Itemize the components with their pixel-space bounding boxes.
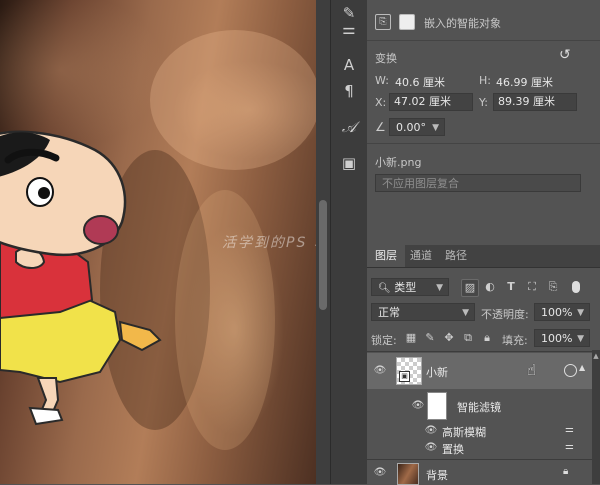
- lock-artboard-icon[interactable]: ⧉: [460, 330, 476, 346]
- filter-smart-object-icon[interactable]: ⎘: [545, 279, 561, 295]
- shinchan-shoe: [28, 406, 64, 426]
- filter-options-icon[interactable]: ⚌: [565, 424, 574, 435]
- smart-filter-badge-icon: [564, 364, 577, 377]
- w-value[interactable]: 40.6 厘米: [395, 74, 445, 90]
- file-name: 小新.png: [375, 156, 422, 169]
- x-field[interactable]: 47.02 厘米: [389, 93, 473, 111]
- opacity-label: 不透明度:: [481, 308, 529, 321]
- fill-value: 100%: [541, 332, 573, 345]
- layer-name[interactable]: 智能滤镜: [457, 399, 501, 415]
- filter-kind-value: 类型: [394, 281, 417, 294]
- layer-name[interactable]: 高斯模糊: [442, 424, 486, 440]
- x-label: X:: [375, 96, 387, 109]
- search-icon: 🔍︎: [378, 283, 391, 294]
- shinchan-cheek: [83, 215, 119, 245]
- reset-transform-icon[interactable]: ↺: [559, 47, 571, 63]
- glyph-tool-icon[interactable]: 𝒜: [338, 116, 360, 138]
- paragraph-tool-icon[interactable]: ¶: [338, 80, 360, 102]
- filter-pixel-icon[interactable]: ▨: [461, 279, 479, 297]
- angle-icon: ∠: [375, 120, 386, 134]
- opacity-field[interactable]: 100% ▼: [534, 303, 590, 321]
- layer-name[interactable]: 置换: [442, 441, 464, 457]
- lock-icon: 🔒︎: [563, 466, 569, 477]
- fill-label: 填充:: [502, 334, 528, 347]
- watermark: 活学到的PS 笔记: [222, 235, 316, 251]
- lock-label: 锁定:: [371, 334, 397, 347]
- layers-tab-bar: 图层 通道 路径: [367, 245, 600, 268]
- layer-row-displace[interactable]: 👁︎ 置换 ⚌: [367, 440, 592, 456]
- lock-all-icon[interactable]: 🔒︎: [479, 330, 495, 346]
- transform-divider: [367, 143, 600, 144]
- panel-tool-strip: ✎ ⚌ A ¶ 𝒜 ▣: [330, 0, 368, 484]
- layer-row-xiaoxin[interactable]: 👁︎ ▣ 小新 ☝︎ ▲: [367, 353, 592, 389]
- properties-panel: ⎘ 嵌入的智能对象 变换 ↺ W: 40.6 厘米 H: 46.99 厘米 X:…: [367, 0, 600, 245]
- angle-dropdown[interactable]: 0.00° ▼: [389, 118, 445, 136]
- lock-brush-icon[interactable]: ✎: [422, 330, 438, 346]
- layers-panel: 图层 通道 路径 🔍︎ 类型 ▼ ▨ ◐ T ⛶ ⎘ 正常 ▼ 不透明度: 10…: [367, 245, 600, 485]
- layers-scrollbar[interactable]: ▲: [592, 350, 600, 484]
- header-divider: [367, 40, 600, 41]
- h-label: H:: [479, 74, 491, 87]
- chevron-down-icon: ▼: [436, 283, 443, 293]
- layer-thumbnail: ▣: [396, 357, 422, 385]
- layer-name[interactable]: 背景: [426, 467, 448, 483]
- filter-toggle[interactable]: [572, 281, 580, 293]
- filter-kind-dropdown[interactable]: 🔍︎ 类型 ▼: [371, 278, 449, 296]
- chevron-up-icon[interactable]: ▲: [579, 363, 585, 372]
- canvas-vertical-scrollbar[interactable]: [316, 0, 330, 484]
- layer-row-background[interactable]: 👁︎ 背景 🔒︎: [367, 461, 592, 485]
- filter-options-icon[interactable]: ⚌: [565, 441, 574, 452]
- opacity-value: 100%: [541, 306, 573, 319]
- lock-transparent-icon[interactable]: ▦: [403, 330, 419, 346]
- h-value[interactable]: 46.99 厘米: [496, 74, 553, 90]
- filter-adjustment-icon[interactable]: ◐: [482, 279, 498, 295]
- y-field[interactable]: 89.39 厘米: [493, 93, 577, 111]
- tab-paths[interactable]: 路径: [437, 245, 475, 267]
- document-canvas[interactable]: 活学到的PS 笔记: [0, 0, 316, 484]
- adjust-tool-icon[interactable]: ⚌: [338, 18, 360, 40]
- lock-position-icon[interactable]: ✥: [441, 330, 457, 346]
- layer-comp-dropdown[interactable]: 不应用图层复合: [375, 174, 581, 192]
- y-label: Y:: [479, 96, 488, 109]
- properties-header: ⎘ 嵌入的智能对象: [367, 8, 600, 36]
- blend-mode-dropdown[interactable]: 正常 ▼: [371, 303, 475, 321]
- smart-object-badge-icon: ▣: [399, 371, 410, 382]
- visibility-eye-icon[interactable]: 👁︎: [373, 366, 387, 376]
- scrollbar-thumb[interactable]: [319, 200, 327, 310]
- filter-type-icon[interactable]: T: [503, 279, 519, 295]
- mask-icon[interactable]: [399, 14, 415, 30]
- tab-layers[interactable]: 图层: [367, 245, 405, 267]
- filter-shape-icon[interactable]: ⛶: [524, 279, 540, 295]
- tab-channels[interactable]: 通道: [402, 245, 440, 267]
- layer-thumbnail: [397, 463, 419, 485]
- blend-mode-value: 正常: [378, 306, 400, 319]
- angle-value: 0.00°: [396, 121, 426, 134]
- layers-divider: [367, 351, 592, 352]
- transform-heading: 变换: [375, 52, 397, 65]
- layer-comp-value: 不应用图层复合: [382, 177, 459, 190]
- chevron-down-icon: ▼: [577, 334, 584, 344]
- chevron-down-icon: ▼: [577, 308, 584, 318]
- visibility-eye-icon[interactable]: 👁︎: [411, 401, 425, 411]
- chevron-up-icon[interactable]: ▲: [592, 352, 600, 360]
- visibility-eye-icon[interactable]: 👁︎: [373, 468, 387, 478]
- chevron-down-icon: ▼: [432, 123, 439, 133]
- layer-row-gaussian-blur[interactable]: 👁︎ 高斯模糊 ⚌: [367, 423, 592, 439]
- filter-mask-thumbnail[interactable]: [427, 392, 447, 420]
- shinchan-foot: [118, 320, 162, 352]
- w-label: W:: [375, 74, 389, 87]
- layer-row-smart-filters[interactable]: 👁︎ 智能滤镜: [367, 389, 592, 421]
- smart-object-icon: ⎘: [375, 14, 391, 30]
- visibility-eye-icon[interactable]: 👁︎: [424, 426, 438, 436]
- layers-divider-bottom: [367, 459, 592, 460]
- layer-comp-icon[interactable]: ▣: [338, 152, 360, 174]
- layer-name[interactable]: 小新: [426, 364, 448, 380]
- fill-field[interactable]: 100% ▼: [534, 329, 590, 347]
- mouse-cursor-icon: ☝︎: [527, 361, 537, 379]
- shinchan-pupil: [38, 187, 50, 199]
- chevron-down-icon: ▼: [462, 308, 469, 318]
- visibility-eye-icon[interactable]: 👁︎: [424, 443, 438, 453]
- character-tool-icon[interactable]: A: [338, 54, 360, 76]
- smart-object-label: 嵌入的智能对象: [424, 17, 501, 30]
